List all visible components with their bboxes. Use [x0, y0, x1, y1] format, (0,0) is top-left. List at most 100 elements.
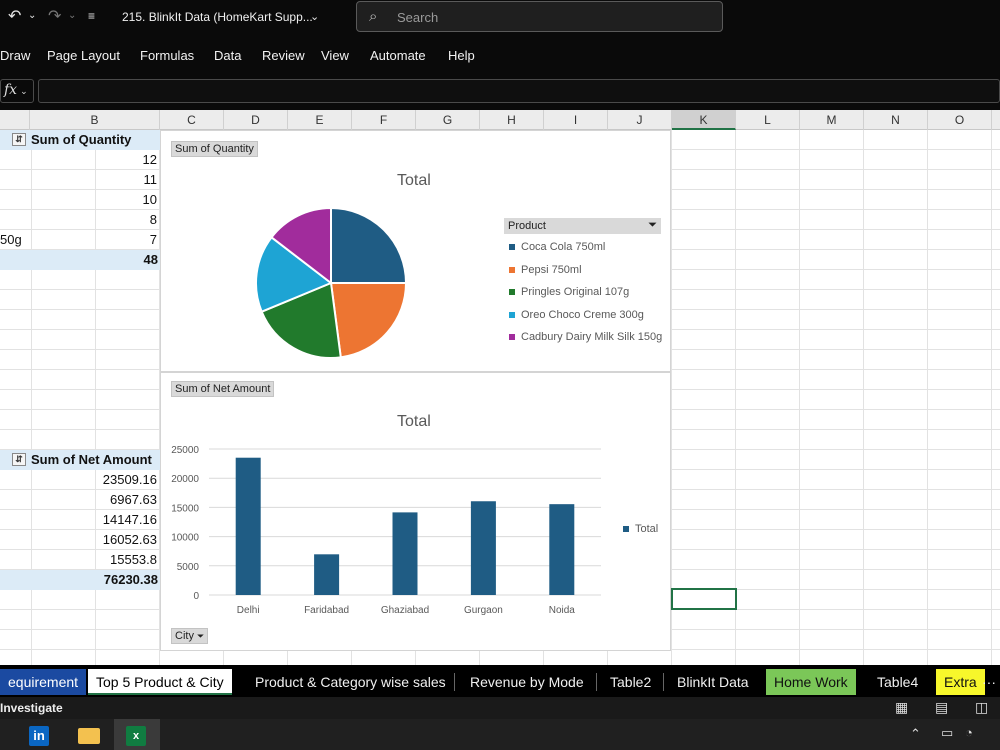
document-title[interactable]: 215. BlinkIt Data (HomeKart Supp... — [122, 10, 313, 24]
y-tick-label: 15000 — [171, 503, 199, 514]
pivot-value: 23509.16 — [102, 472, 157, 487]
column-header-e[interactable]: E — [288, 110, 352, 130]
column-header-k[interactable]: K — [672, 110, 736, 130]
pivot-value: 14147.16 — [102, 512, 157, 527]
menu-draw[interactable]: Draw — [0, 48, 30, 63]
pivot-value: 16052.63 — [102, 532, 157, 547]
menu-view[interactable]: View — [321, 48, 349, 63]
sort-filter-icon[interactable]: ⇵ — [12, 133, 26, 146]
taskbar: in x ⌃ ▭ ◔ — [0, 719, 1000, 750]
legend-swatch — [509, 244, 515, 251]
tab-revenue-mode[interactable]: Revenue by Mode — [462, 669, 592, 695]
customize-toolbar-icon[interactable]: ≡ — [88, 9, 95, 23]
legend-swatch — [509, 289, 515, 296]
pie-legend-item[interactable]: Coca Cola 750ml — [509, 241, 605, 253]
column-header-d[interactable]: D — [224, 110, 288, 130]
column-header-n[interactable]: N — [864, 110, 928, 130]
title-chevron-icon[interactable]: ⌄ — [310, 10, 319, 23]
formula-input[interactable] — [38, 79, 1000, 103]
column-header-c[interactable]: C — [160, 110, 224, 130]
x-tick-label: Ghaziabad — [381, 605, 429, 616]
tab-blinkit-data[interactable]: BlinkIt Data — [669, 669, 757, 695]
pie-legend-item[interactable]: Oreo Choco Creme 300g — [509, 309, 644, 321]
normal-view-icon[interactable]: ▦ — [895, 699, 908, 716]
column-header-j[interactable]: J — [608, 110, 672, 130]
selected-cell[interactable] — [671, 588, 737, 610]
tab-table2[interactable]: Table2 — [602, 669, 659, 695]
column-header-b[interactable]: B — [30, 110, 160, 130]
tab-table4[interactable]: Table4 — [869, 669, 926, 695]
x-tick-label: Gurgaon — [464, 605, 503, 616]
redo-dropdown-icon[interactable]: ⌄ — [68, 10, 76, 21]
pie-legend-item[interactable]: Cadbury Dairy Milk Silk 150g — [509, 331, 662, 343]
tab-home-work[interactable]: Home Work — [766, 669, 856, 695]
pie-slice[interactable] — [329, 282, 408, 359]
column-header-f[interactable]: F — [352, 110, 416, 130]
menu-help[interactable]: Help — [448, 48, 475, 63]
file-explorer-icon[interactable] — [78, 728, 100, 744]
bar[interactable] — [314, 554, 340, 595]
column-header-i[interactable]: I — [544, 110, 608, 130]
chevron-up-icon[interactable]: ⌃ — [910, 726, 921, 742]
pie-legend-item[interactable]: Pepsi 750ml — [509, 264, 582, 276]
tab-divider — [596, 673, 597, 691]
menu-formulas[interactable]: Formulas — [140, 48, 194, 63]
column-header-g[interactable]: G — [416, 110, 480, 130]
column-header-a[interactable] — [0, 110, 30, 130]
pivot-value: 7 — [149, 232, 157, 247]
menu-page-layout[interactable]: Page Layout — [47, 48, 120, 63]
tab-extra[interactable]: Extra — [936, 669, 985, 695]
tab-top5-product-city[interactable]: Top 5 Product & City — [88, 669, 232, 695]
page-break-view-icon[interactable]: ◫ — [975, 699, 988, 716]
legend-filter-icon[interactable]: ⏷ — [648, 219, 657, 232]
legend-swatch — [509, 311, 515, 318]
bar-plot: 25000 20000 15000 10000 5000 0 Delhi Faridabad G… — [171, 445, 601, 616]
redo-icon[interactable]: ↷ — [48, 6, 61, 26]
linkedin-icon[interactable]: in — [29, 726, 49, 746]
bar[interactable] — [470, 501, 496, 595]
city-axis-button[interactable]: City ⏷ — [171, 628, 209, 644]
menu-data[interactable]: Data — [214, 48, 241, 63]
bar-field-button[interactable]: Sum of Net Amount — [171, 381, 275, 397]
bar[interactable] — [549, 504, 575, 595]
y-tick-label: 25000 — [171, 445, 199, 456]
undo-icon[interactable]: ↶ — [8, 6, 21, 26]
column-header-l[interactable]: L — [736, 110, 800, 130]
worksheet-grid[interactable]: ⇵ Sum of Quantity 12 11 10 8 50g 7 48 ⇵ … — [0, 130, 1000, 665]
pie-field-button[interactable]: Sum of Quantity — [171, 141, 258, 157]
menu-review[interactable]: Review — [262, 48, 305, 63]
page-layout-view-icon[interactable]: ▤ — [935, 699, 948, 716]
menu-automate[interactable]: Automate — [370, 48, 426, 63]
status-bar: Investigate ▦ ▤ ◫ — [0, 697, 1000, 719]
wifi-icon[interactable]: ◔ — [965, 725, 973, 740]
pie-chart[interactable]: Sum of Quantity Total Product ⏷ Coca Col… — [160, 130, 671, 372]
pie-legend-item[interactable]: Pringles Original 107g — [509, 286, 629, 298]
more-tabs-icon[interactable]: ··· — [982, 669, 996, 695]
legend-label: Coca Cola 750ml — [521, 241, 606, 253]
battery-icon[interactable]: ▭ — [941, 725, 953, 741]
y-tick-label: 0 — [193, 591, 199, 602]
bar-chart[interactable]: Sum of Net Amount Total 25000 20000 15000 1… — [160, 372, 671, 651]
bar[interactable] — [235, 457, 261, 595]
excel-taskbar-slot[interactable]: x — [114, 719, 160, 750]
tab-divider — [663, 673, 664, 691]
ribbon-tabs: Draw Page Layout Formulas Data Review Vi… — [0, 36, 1000, 76]
pie-slice[interactable] — [330, 206, 408, 284]
pie-plot — [255, 206, 408, 359]
column-header-o[interactable]: O — [928, 110, 992, 130]
y-tick-label: 10000 — [171, 533, 199, 544]
fx-button[interactable]: fx ⌄ — [0, 79, 34, 103]
search-box[interactable]: ⌕ Search — [356, 1, 723, 32]
tab-product-category[interactable]: Product & Category wise sales — [247, 669, 454, 695]
sort-filter-icon[interactable]: ⇵ — [12, 453, 26, 466]
pivot-net-amount-total: 76230.38 — [0, 570, 160, 590]
undo-dropdown-icon[interactable]: ⌄ — [28, 10, 36, 21]
tab-requirement[interactable]: equirement — [0, 669, 87, 695]
bar[interactable] — [392, 512, 418, 595]
legend-label: Pepsi 750ml — [521, 263, 582, 276]
column-header-h[interactable]: H — [480, 110, 544, 130]
column-header-m[interactable]: M — [800, 110, 864, 130]
legend-swatch — [509, 266, 515, 273]
sheet-tabs: equirement Top 5 Product & City Product … — [0, 665, 1000, 697]
legend-label: Oreo Choco Creme 300g — [521, 308, 644, 321]
